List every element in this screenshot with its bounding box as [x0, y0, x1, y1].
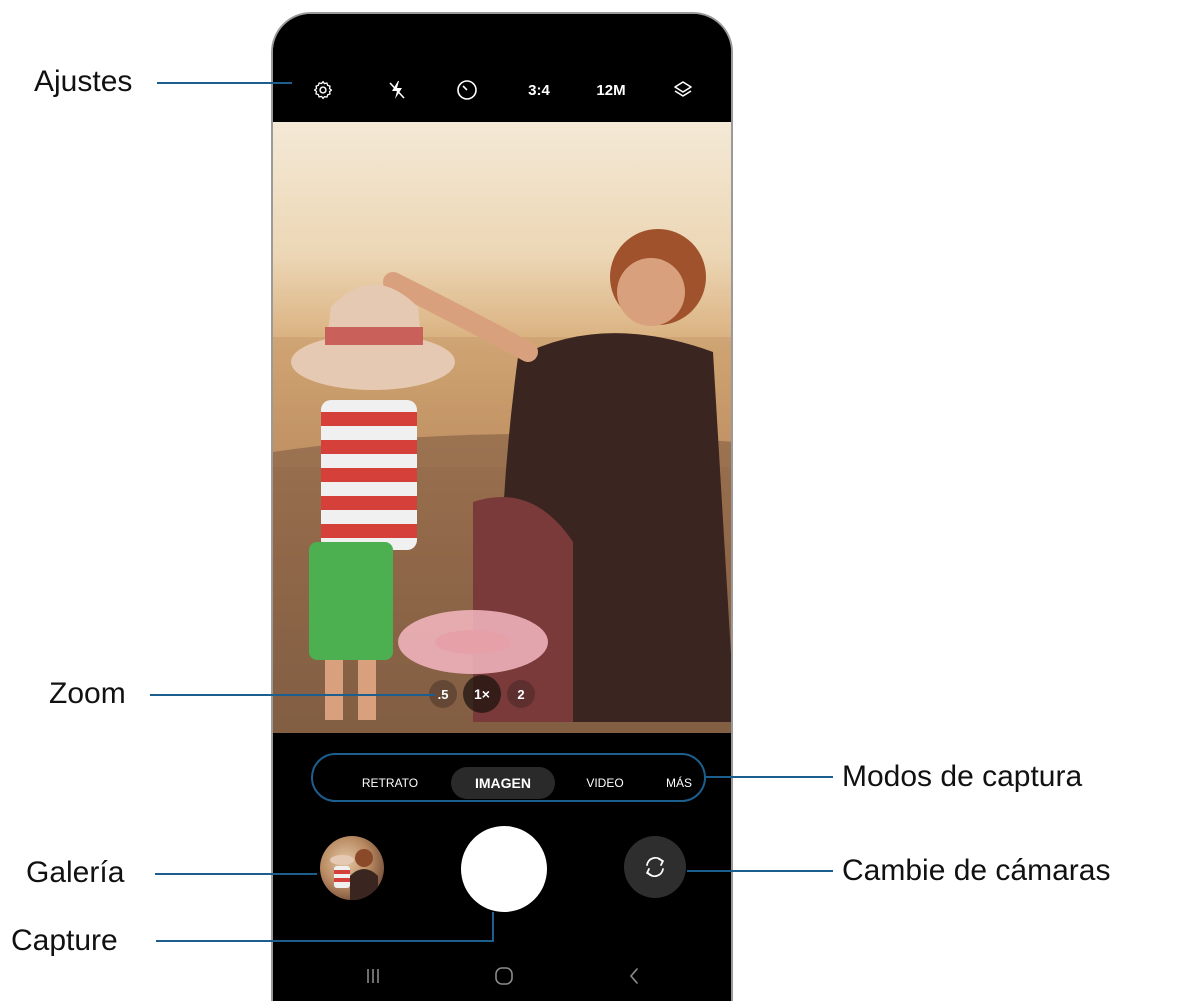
callout-settings-line — [157, 82, 292, 84]
camera-viewfinder[interactable]: .5 1× 2 — [273, 122, 731, 733]
back-icon — [629, 968, 638, 984]
gear-icon — [313, 80, 333, 100]
callout-zoom-line — [150, 694, 435, 696]
gallery-preview-image — [330, 849, 378, 900]
resolution-button[interactable]: 12M — [591, 76, 631, 104]
settings-button[interactable] — [309, 76, 337, 104]
shutter-button[interactable] — [461, 826, 547, 912]
switch-camera-icon — [646, 857, 664, 877]
filters-button[interactable] — [669, 76, 697, 104]
zoom-controls: .5 1× 2 — [429, 675, 535, 713]
timer-button[interactable] — [453, 76, 481, 104]
callout-settings-label: Ajustes — [34, 65, 133, 98]
callout-modes-label: Modos de captura — [842, 760, 1083, 793]
callout-capture-line — [156, 940, 493, 942]
viewfinder-scene — [273, 229, 731, 733]
recents-button[interactable] — [359, 962, 387, 990]
camera-top-bar: 3:4 12M — [273, 14, 731, 122]
gallery-thumbnail[interactable] — [320, 836, 384, 900]
system-nav-bar — [273, 954, 731, 1001]
switch-camera-button[interactable] — [624, 836, 686, 898]
timer-icon — [457, 80, 477, 100]
callout-capture-label: Capture — [11, 924, 118, 957]
home-button[interactable] — [490, 962, 518, 990]
zoom-option[interactable]: 2 — [507, 680, 535, 708]
callout-gallery-line — [155, 873, 317, 875]
flash-button[interactable] — [383, 76, 411, 104]
callout-switch-line — [687, 870, 833, 872]
callout-gallery-label: Galería — [26, 856, 125, 889]
callout-modes-line — [706, 776, 833, 778]
callout-switch-label: Cambie de cámaras — [842, 854, 1111, 887]
aspect-ratio-button[interactable]: 3:4 — [521, 76, 557, 104]
flash-off-icon — [389, 81, 405, 99]
callout-zoom-label: Zoom — [49, 677, 126, 710]
phone-frame: 3:4 12M .5 1× 2 RETRATO IMAGEN VIDEO MÁS — [271, 12, 733, 1001]
home-icon — [495, 967, 513, 985]
zoom-option-selected[interactable]: 1× — [463, 675, 501, 713]
layers-icon — [674, 81, 692, 97]
callout-capture-connector — [492, 912, 494, 942]
recents-icon — [367, 969, 379, 983]
capture-modes-highlight — [311, 753, 706, 802]
back-button[interactable] — [620, 962, 648, 990]
